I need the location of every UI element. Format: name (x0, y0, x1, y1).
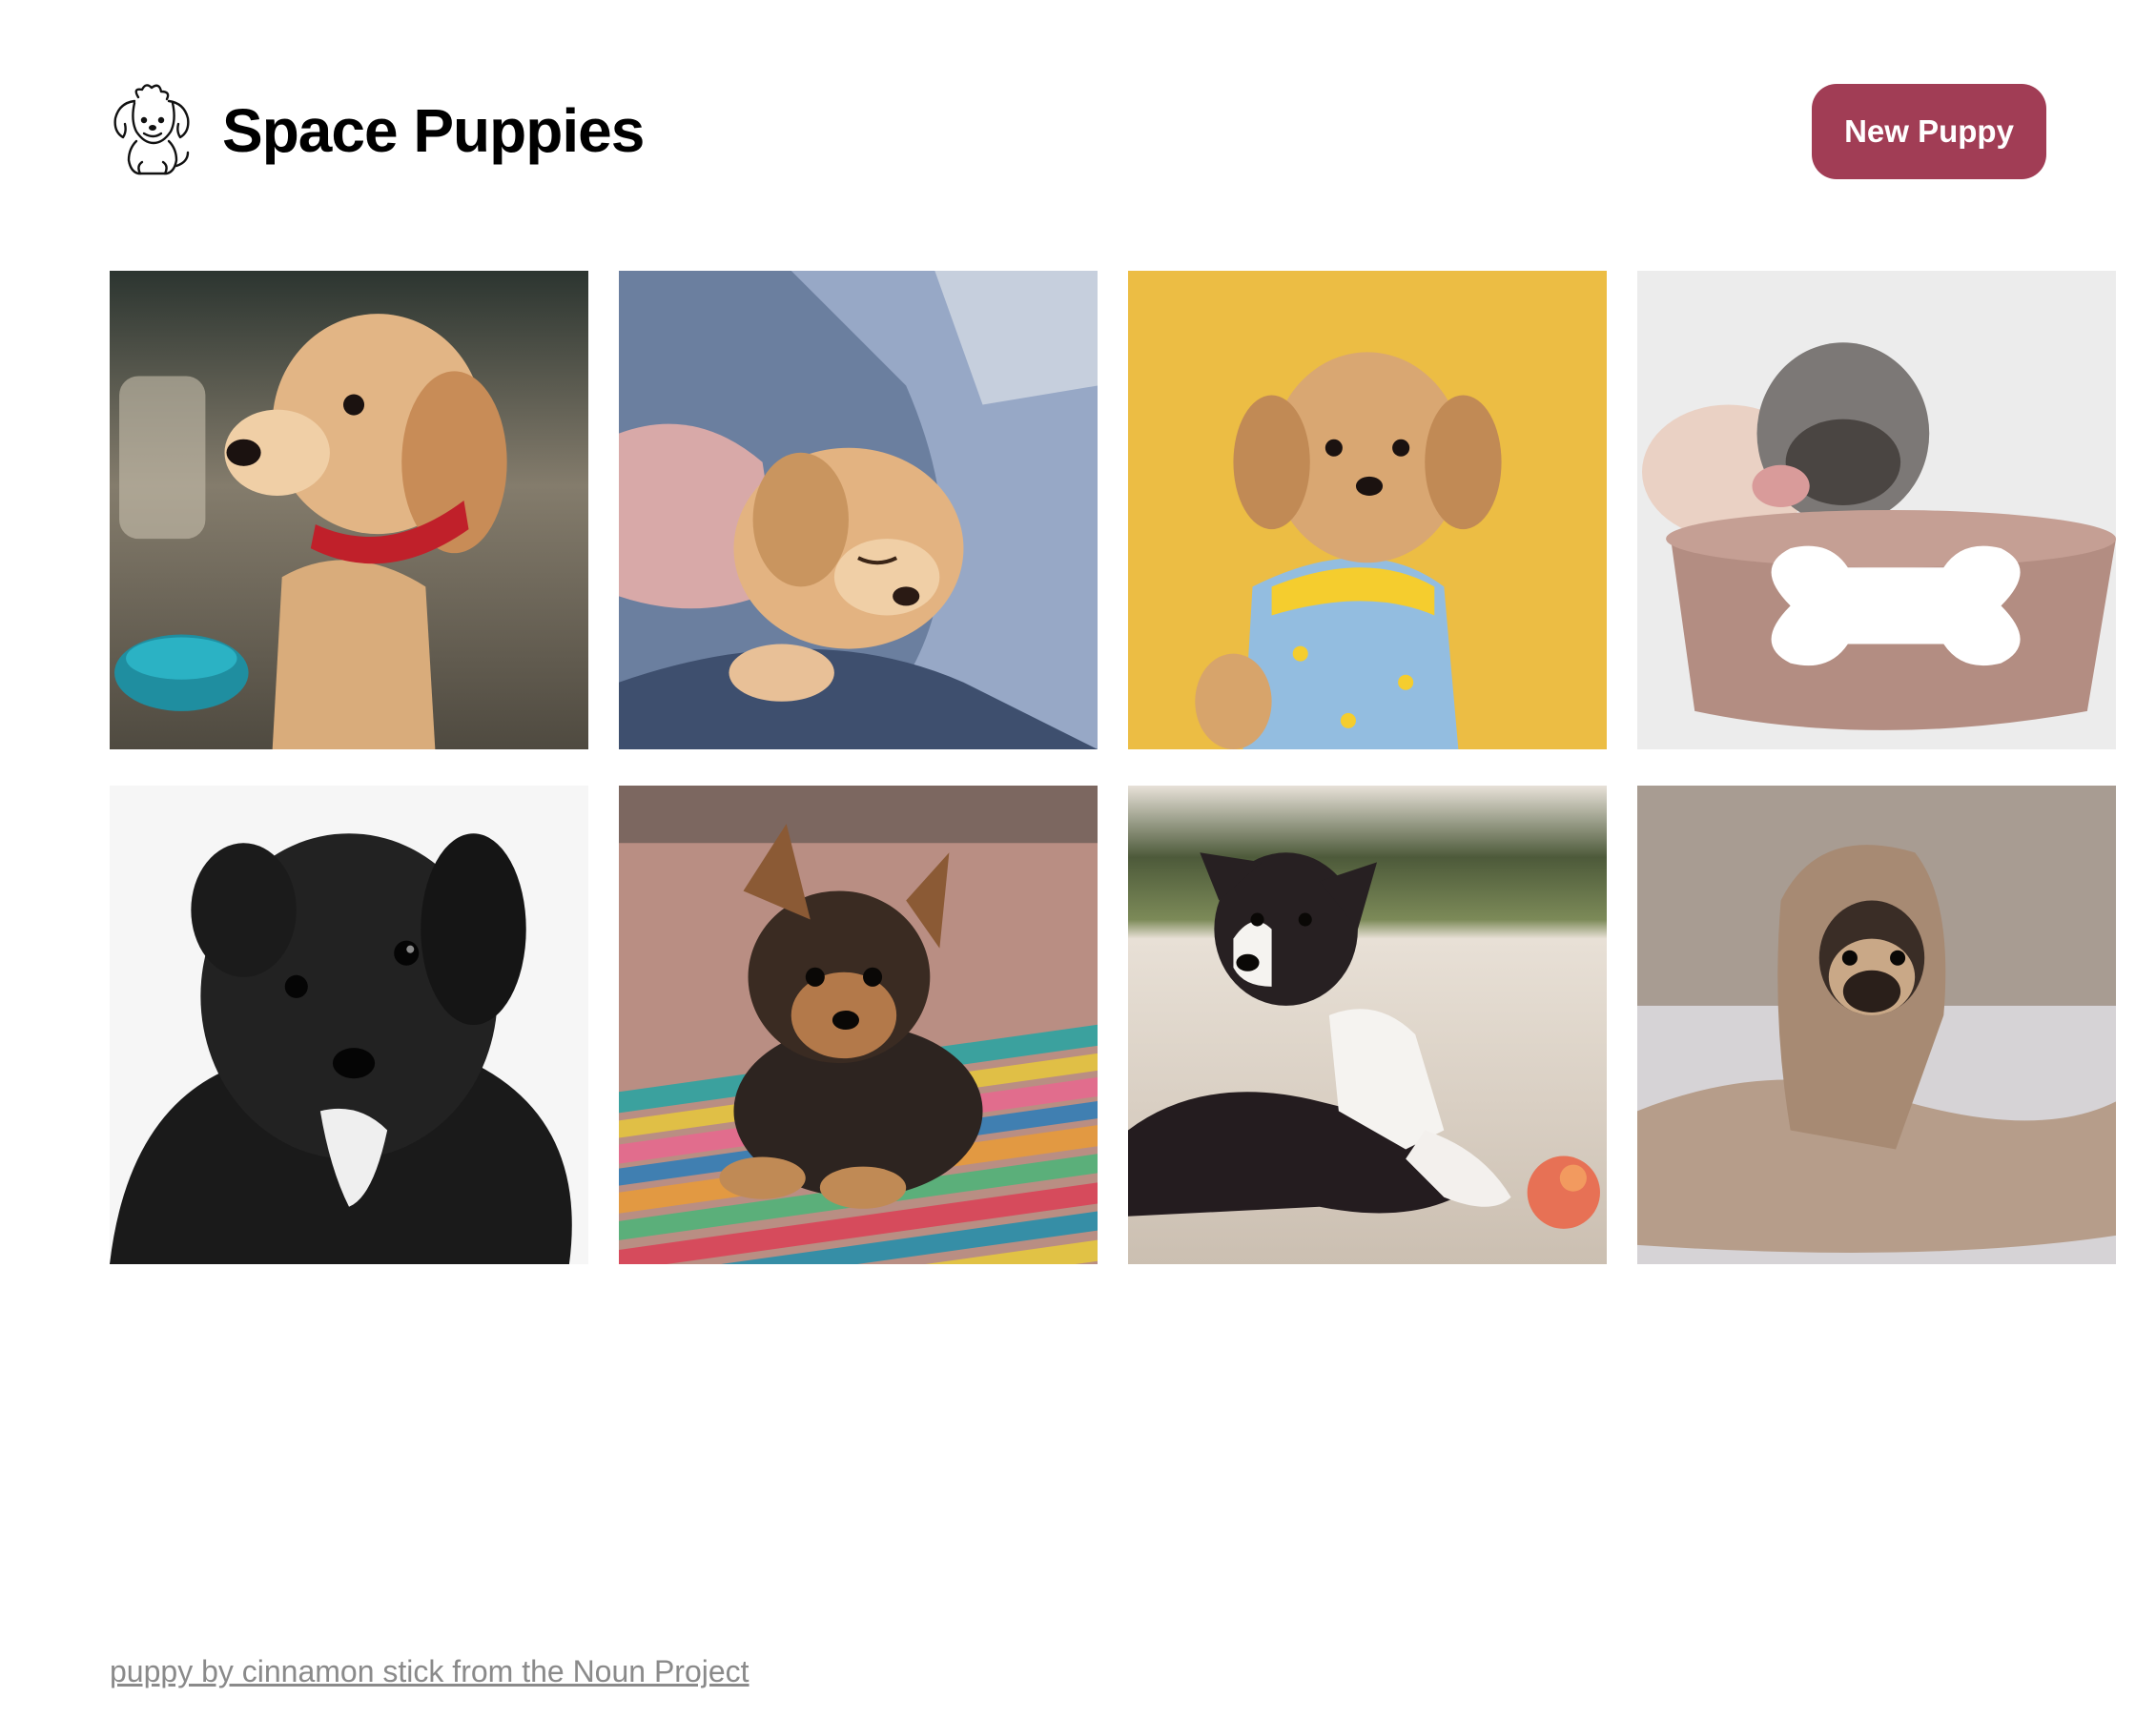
puppy-photo[interactable] (619, 271, 1098, 749)
puppy-photo[interactable] (110, 271, 588, 749)
app-title: Space Puppies (222, 96, 645, 165)
app-page: Space Puppies New Puppy puppy by cinnamo… (0, 0, 2156, 1718)
icon-credit-link[interactable]: puppy by cinnamon stick from the Noun Pr… (110, 1654, 749, 1689)
puppy-photo[interactable] (1637, 786, 2116, 1264)
puppy-gallery (110, 271, 2116, 1264)
puppy-photo[interactable] (619, 786, 1098, 1264)
puppy-photo[interactable] (110, 786, 588, 1264)
new-puppy-button[interactable]: New Puppy (1812, 84, 2046, 179)
puppy-photo[interactable] (1128, 786, 1607, 1264)
puppy-logo-icon[interactable] (110, 84, 195, 179)
puppy-photo[interactable] (1637, 271, 2116, 749)
header: Space Puppies New Puppy (110, 84, 2046, 179)
puppy-photo[interactable] (1128, 271, 1607, 749)
